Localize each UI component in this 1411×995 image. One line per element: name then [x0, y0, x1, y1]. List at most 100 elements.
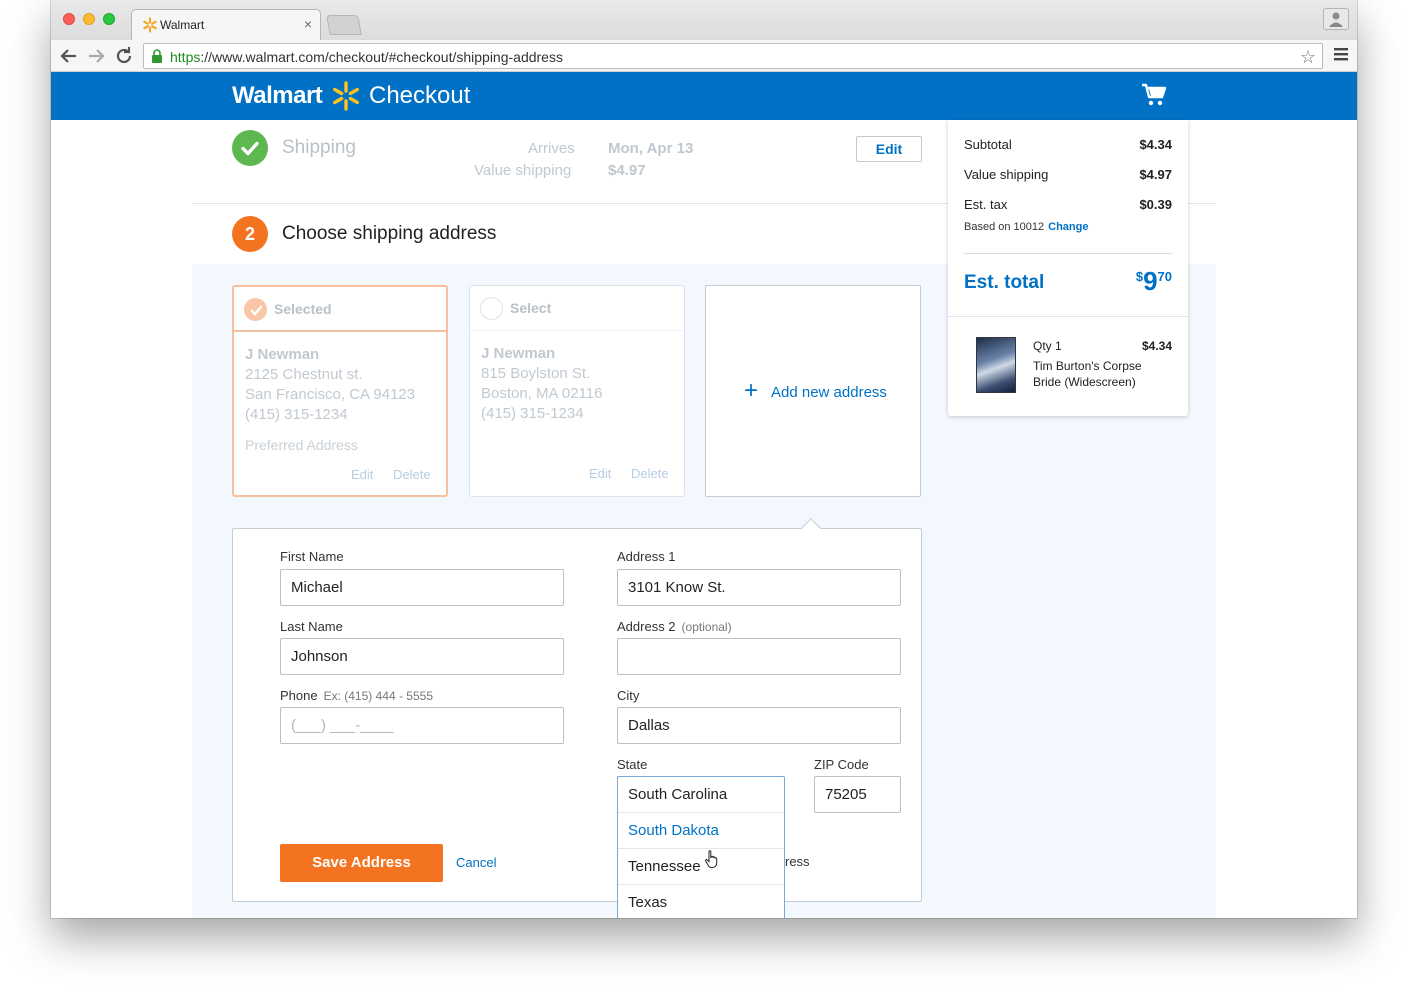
summary-divider	[964, 253, 1172, 254]
tab-title: Walmart	[160, 18, 205, 32]
address-card-details: J Newman 815 Boylston St. Boston, MA 021…	[481, 344, 602, 424]
phone-hint: Ex: (415) 444 - 5555	[323, 689, 433, 703]
address-line1: 2125 Chestnut st.	[245, 366, 363, 383]
address2-label: Address 2 (optional)	[617, 619, 732, 634]
checkmark-icon	[250, 305, 263, 316]
phone-label-text: Phone	[280, 688, 318, 703]
address-card-status: Select	[510, 300, 552, 316]
subtotal-label: Subtotal	[964, 137, 1012, 152]
address-line2: San Francisco, CA 94123	[245, 386, 416, 403]
url-scheme: https	[170, 49, 201, 65]
edit-shipping-button[interactable]: Edit	[856, 136, 922, 162]
arrow-left-icon	[60, 49, 76, 63]
shipping-row: Value shipping $4.97	[964, 167, 1172, 182]
shipping-step: Shipping Arrives Mon, Apr 13 Value shipp…	[232, 130, 922, 190]
reload-button[interactable]	[112, 44, 136, 68]
preferred-address-label: Preferred Address	[245, 437, 358, 453]
address-name: J Newman	[245, 346, 320, 363]
address-bar[interactable]: https://www.walmart.com/checkout/#checko…	[143, 43, 1323, 69]
state-option[interactable]: South Carolina	[618, 777, 784, 813]
zip-input[interactable]: 75205	[814, 776, 901, 813]
last-name-input[interactable]: Johnson	[280, 638, 564, 675]
state-option-highlighted[interactable]: South Dakota	[618, 813, 784, 849]
item-thumbnail[interactable]	[976, 337, 1016, 393]
hamburger-menu-icon[interactable]	[1333, 45, 1349, 63]
browser-window: Walmart × https://www.walmart.com/checko…	[51, 0, 1357, 918]
total-cents: 70	[1157, 269, 1172, 284]
address-radio[interactable]	[480, 297, 503, 320]
shipping-method-label: Value shipping	[474, 162, 572, 179]
person-icon	[1329, 12, 1343, 27]
walmart-header: Walmart Checkout	[51, 72, 1357, 120]
tax-row: Est. tax $0.39	[964, 197, 1172, 212]
add-new-address-label: Add new address	[771, 384, 887, 401]
bookmark-star-icon[interactable]: ☆	[1300, 47, 1316, 68]
walmart-logo[interactable]: Walmart	[232, 82, 323, 110]
state-label: State	[617, 757, 648, 772]
cart-icon[interactable]	[1141, 83, 1167, 107]
url-text: https://www.walmart.com/checkout/#checko…	[170, 49, 563, 65]
edit-address-link[interactable]: Edit	[351, 467, 373, 482]
address-phone: (415) 315-1234	[245, 406, 348, 423]
tab-close-icon[interactable]: ×	[304, 16, 312, 32]
new-tab-button[interactable]	[326, 15, 362, 35]
plus-icon: +	[744, 377, 759, 404]
address-phone: (415) 315-1234	[481, 405, 584, 422]
arrives-value: Mon, Apr 13	[608, 140, 694, 157]
state-dropdown-list[interactable]: South Carolina South Dakota Tennessee Te…	[617, 776, 785, 918]
save-address-button[interactable]: Save Address	[280, 844, 443, 882]
cancel-link[interactable]: Cancel	[456, 855, 496, 870]
address2-label-text: Address 2	[617, 619, 676, 634]
add-new-address-card[interactable]: + Add new address	[705, 285, 921, 497]
close-window-button[interactable]	[63, 13, 75, 25]
address-name: J Newman	[481, 345, 556, 362]
address2-input[interactable]	[617, 638, 901, 675]
phone-input[interactable]: (___) ___-____	[280, 707, 564, 744]
item-name[interactable]: Tim Burton's Corpse Bride (Widescreen)	[1033, 358, 1163, 390]
delete-address-link[interactable]: Delete	[631, 466, 669, 481]
browser-toolbar: https://www.walmart.com/checkout/#checko…	[51, 40, 1357, 72]
reload-icon	[116, 47, 132, 64]
item-price: $4.34	[1141, 339, 1172, 353]
hand-cursor-icon	[705, 850, 718, 868]
order-summary: Subtotal $4.34 Value shipping $4.97 Est.…	[948, 120, 1188, 416]
subtotal-value: $4.34	[1139, 137, 1172, 152]
address-card-selected[interactable]: Selected J Newman 2125 Chestnut st. San …	[232, 285, 448, 497]
shipping-step-title: Shipping	[282, 137, 356, 158]
shipping-value: $4.97	[1139, 167, 1172, 182]
forward-button[interactable]	[84, 44, 108, 68]
step-number-badge: 2	[232, 216, 268, 252]
profile-button[interactable]	[1323, 8, 1349, 30]
tax-label: Est. tax	[964, 197, 1008, 212]
address1-label: Address 1	[617, 549, 676, 564]
state-option[interactable]: Texas	[618, 885, 784, 918]
arrives-label: Arrives	[528, 140, 575, 157]
edit-address-link[interactable]: Edit	[589, 466, 611, 481]
lock-icon	[152, 49, 162, 63]
last-name-label: Last Name	[280, 619, 343, 634]
url-path: ://www.walmart.com/checkout/#checkout/sh…	[200, 49, 563, 65]
city-label: City	[617, 688, 640, 703]
address-card-header: Select	[470, 286, 684, 331]
maximize-window-button[interactable]	[103, 13, 115, 25]
delete-address-link[interactable]: Delete	[393, 467, 431, 482]
new-address-form: First Name Michael Last Name Johnson Pho…	[232, 518, 922, 918]
back-button[interactable]	[57, 44, 81, 68]
address1-input[interactable]: 3101 Know St.	[617, 569, 901, 606]
minimize-window-button[interactable]	[83, 13, 95, 25]
browser-tab[interactable]: Walmart ×	[131, 9, 321, 40]
tax-value: $0.39	[1139, 197, 1172, 212]
address-card[interactable]: Select J Newman 815 Boylston St. Boston,…	[469, 285, 685, 497]
first-name-input[interactable]: Michael	[280, 569, 564, 606]
arrow-right-icon	[89, 49, 105, 63]
address-line2: Boston, MA 02116	[481, 385, 603, 402]
state-option[interactable]: Tennessee	[618, 849, 784, 885]
est-total-value: $970	[1136, 266, 1172, 297]
address-card-status: Selected	[274, 301, 332, 317]
change-zip-link[interactable]: Change	[1048, 221, 1088, 233]
city-input[interactable]: Dallas	[617, 707, 901, 744]
shipping-method-value: $4.97	[608, 162, 646, 179]
tax-basis: Based on 10012 Change	[964, 221, 1088, 233]
address-radio-selected[interactable]	[244, 298, 267, 321]
browser-titlebar: Walmart ×	[51, 0, 1357, 40]
